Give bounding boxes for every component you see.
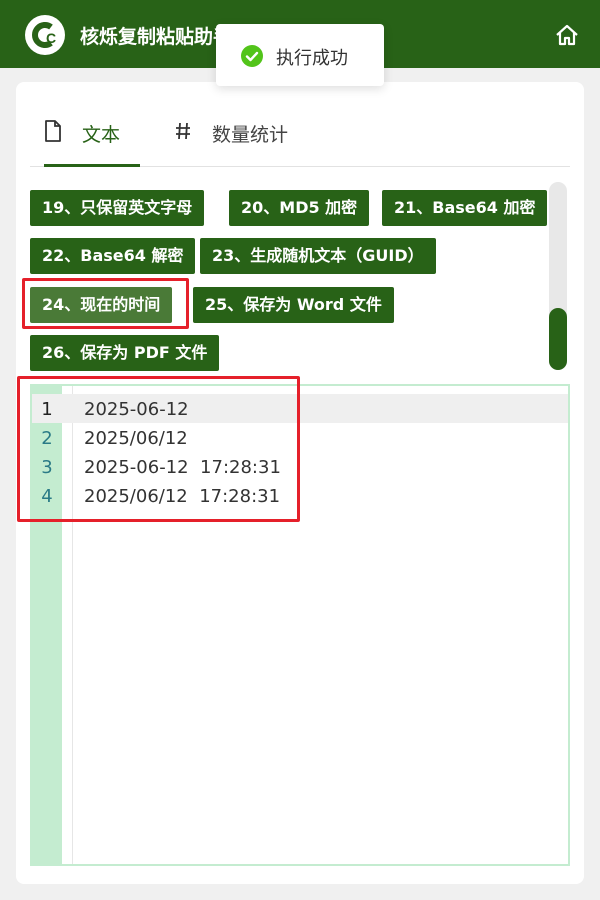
- line-content[interactable]: 2025-06-12 17:28:31: [84, 457, 281, 478]
- function-button-area: 19、只保留英文字母 20、MD5 加密 21、Base64 加密 22、Bas…: [16, 82, 584, 382]
- line-content[interactable]: 2025/06/12: [84, 428, 188, 449]
- fn-current-time-button[interactable]: 24、现在的时间: [30, 287, 173, 323]
- fn-md5-button[interactable]: 20、MD5 加密: [229, 190, 370, 226]
- fn-save-word-button[interactable]: 25、保存为 Word 文件: [193, 287, 394, 323]
- line-number: 4: [41, 486, 53, 507]
- line-content[interactable]: 2025/06/12 17:28:31: [84, 486, 280, 507]
- fn-save-pdf-button[interactable]: 26、保存为 PDF 文件: [30, 335, 220, 371]
- line-number: 1: [41, 399, 53, 420]
- app-logo-icon: C: [25, 15, 65, 55]
- app-title: 核烁复制粘贴助手: [80, 26, 233, 48]
- button-scrollbar-thumb[interactable]: [549, 308, 567, 370]
- editor-line[interactable]: 2 2025/06/12: [32, 423, 568, 452]
- fn-keep-letters-button[interactable]: 19、只保留英文字母: [30, 190, 205, 226]
- success-toast: 执行成功: [216, 24, 384, 86]
- editor-line[interactable]: 1 2025-06-12: [32, 394, 568, 423]
- fn-guid-button[interactable]: 23、生成随机文本（GUID）: [200, 238, 436, 274]
- line-content[interactable]: 2025-06-12: [84, 399, 189, 420]
- home-icon[interactable]: [554, 23, 580, 47]
- editor-line[interactable]: 4 2025/06/12 17:28:31: [32, 481, 568, 510]
- fn-base64-decode-button[interactable]: 22、Base64 解密: [30, 238, 196, 274]
- line-number: 3: [41, 457, 53, 478]
- toast-message: 执行成功: [276, 48, 348, 69]
- app-logo-letter: C: [46, 30, 56, 46]
- editor-line[interactable]: 3 2025-06-12 17:28:31: [32, 452, 568, 481]
- fn-base64-encode-button[interactable]: 21、Base64 加密: [382, 190, 548, 226]
- line-number: 2: [41, 428, 53, 449]
- main-card: 文本 数量统计 19、只保留英文字母 20、MD5 加密 21、Base64 加…: [16, 82, 584, 884]
- success-check-icon: [241, 45, 263, 67]
- text-editor[interactable]: 1 2025-06-12 2 2025/06/12 3 2025-06-12 1…: [30, 384, 570, 866]
